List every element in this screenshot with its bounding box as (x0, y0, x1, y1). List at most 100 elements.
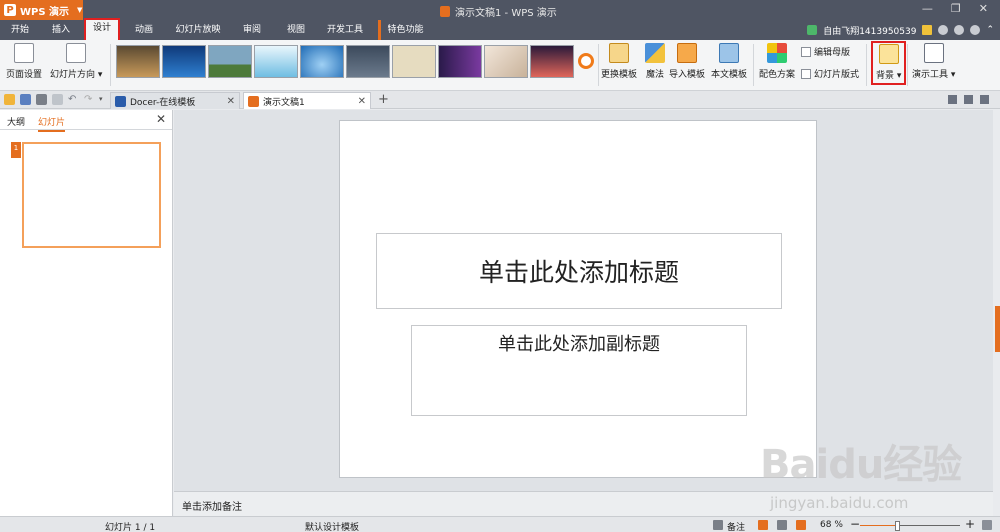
close-icon[interactable]: ✕ (358, 96, 366, 107)
notes-icon[interactable] (713, 520, 723, 530)
this-template-icon (719, 43, 739, 63)
tab-special-features[interactable]: 特色功能 (378, 20, 430, 40)
subtitle-placeholder[interactable]: 单击此处添加副标题 (411, 325, 747, 416)
help-icon[interactable] (970, 25, 981, 35)
template-thumbnail[interactable] (438, 45, 482, 78)
template-thumbnail[interactable] (346, 45, 390, 78)
tab-document-1[interactable]: 演示文稿1 ✕ (243, 92, 371, 109)
template-thumbnail[interactable] (254, 45, 298, 78)
pin-icon[interactable] (948, 95, 957, 104)
restore-icon[interactable]: ❐ (951, 2, 961, 15)
zoom-slider-fill (860, 525, 898, 526)
change-template-button[interactable]: 更换模板 (601, 43, 637, 80)
template-thumbnail[interactable] (116, 45, 160, 78)
more-templates-icon[interactable] (578, 53, 594, 69)
change-template-label: 更换模板 (601, 70, 638, 80)
skin-icon[interactable] (954, 25, 965, 35)
notes-toggle[interactable]: 备注 (727, 520, 745, 532)
color-scheme-icon (767, 43, 787, 63)
color-scheme-button[interactable]: 配色方案 (759, 43, 795, 80)
new-tab-icon[interactable]: + (378, 92, 389, 107)
docer-icon (115, 95, 126, 107)
slide-orientation-icon (66, 43, 87, 63)
slide-orientation-button[interactable]: 幻灯片方向 ▾ (50, 43, 102, 80)
undo-icon[interactable]: ↶ (68, 94, 79, 105)
user-area: 自由飞翔1413950539 ⌃ (807, 20, 994, 40)
color-scheme-label: 配色方案 (759, 70, 796, 80)
tab-docer-templates[interactable]: Docer-在线模板 ✕ (110, 92, 240, 109)
document-tab-bar: ↶ ↷ ▾ Docer-在线模板 ✕ 演示文稿1 ✕ + (0, 91, 1000, 109)
user-avatar-icon[interactable] (807, 25, 818, 35)
design-ribbon: 页面设置 幻灯片方向 ▾ 更换模板 魔法 导入模板 本文模板 配色方案 编辑母版… (0, 40, 1000, 91)
open-folder-icon[interactable] (4, 94, 15, 105)
docer-tab-label: Docer-在线模板 (130, 97, 196, 108)
zoom-slider[interactable] (860, 525, 960, 526)
tab-slides[interactable]: 幻灯片 (38, 115, 66, 132)
customize-toolbar-icon[interactable]: ▾ (99, 94, 110, 105)
edit-master-button[interactable]: 编辑母版 (801, 45, 850, 58)
slide-layout-button[interactable]: 幻灯片版式 (801, 67, 859, 80)
app-menu-button[interactable]: P WPS 演示 ▼ (0, 0, 83, 20)
window-title: 演示文稿1 - WPS 演示 (440, 4, 557, 19)
presentation-tools-button[interactable]: 演示工具 ▾ (912, 43, 955, 80)
template-thumbnail[interactable] (530, 45, 574, 78)
scrollbar-handle[interactable] (995, 306, 1000, 352)
slide-number-badge: 1 (11, 142, 21, 158)
background-label: 背景 ▾ (876, 71, 902, 81)
tab-design[interactable]: 设计 (84, 18, 120, 42)
template-thumbnail[interactable] (392, 45, 436, 78)
slides-panel: 大纲 幻灯片 ✕ 1 (0, 110, 173, 516)
mail-icon[interactable] (922, 25, 933, 35)
print-icon[interactable] (36, 94, 47, 105)
tab-insert[interactable]: 插入 (42, 20, 80, 40)
template-thumbnail[interactable] (162, 45, 206, 78)
this-template-label: 本文模板 (711, 70, 748, 80)
tab-home[interactable]: 开始 (0, 20, 40, 40)
presentation-file-icon (440, 6, 450, 17)
edit-master-label: 编辑母版 (814, 48, 851, 58)
save-icon[interactable] (20, 94, 31, 105)
vertical-scrollbar[interactable] (993, 110, 1000, 491)
magic-button[interactable]: 魔法 (645, 43, 665, 80)
page-setup-label: 页面设置 (6, 70, 43, 80)
presentation-tools-icon (923, 43, 944, 63)
slide-thumbnail[interactable] (22, 142, 161, 248)
close-icon[interactable]: ✕ (979, 2, 988, 15)
tab-animation[interactable]: 动画 (124, 20, 164, 40)
tab-outline[interactable]: 大纲 (7, 115, 25, 128)
template-thumbnail[interactable] (484, 45, 528, 78)
tab-view[interactable]: 视图 (276, 20, 316, 40)
page-setup-icon (14, 43, 34, 63)
presentation-tools-label: 演示工具 ▾ (912, 70, 956, 80)
redo-icon[interactable]: ↷ (84, 94, 95, 105)
slide[interactable]: 单击此处添加标题 单击此处添加副标题 (339, 120, 817, 478)
this-template-button[interactable]: 本文模板 (711, 43, 747, 80)
page-setup-button[interactable]: 页面设置 (6, 43, 42, 80)
slide-orientation-label: 幻灯片方向 ▾ (50, 70, 103, 80)
template-thumbnail[interactable] (208, 45, 252, 78)
watermark-brand: Baidu经验 (760, 442, 962, 488)
title-placeholder[interactable]: 单击此处添加标题 (376, 233, 782, 309)
template-name: 默认设计模板 (305, 523, 360, 532)
fit-window-icon[interactable] (982, 520, 992, 530)
import-template-button[interactable]: 导入模板 (669, 43, 705, 80)
background-button[interactable]: 背景 ▾ (871, 41, 907, 85)
baidu-watermark: Baidu经验 jingyan.baidu.com (760, 432, 980, 524)
template-gallery (116, 45, 574, 78)
update-icon[interactable] (938, 25, 949, 35)
tab-slideshow[interactable]: 幻灯片放映 (168, 20, 228, 40)
close-icon[interactable]: ✕ (156, 112, 166, 126)
template-thumbnail[interactable] (300, 45, 344, 78)
minimize-icon[interactable]: — (922, 2, 933, 15)
close-icon[interactable]: ✕ (227, 96, 235, 107)
user-name[interactable]: 自由飞翔1413950539 (823, 24, 916, 37)
print-preview-icon[interactable] (52, 94, 63, 105)
close-doc-icon[interactable] (980, 95, 989, 104)
window-controls: — ❐ ✕ (922, 2, 988, 15)
collapse-ribbon-icon[interactable]: ⌃ (986, 25, 994, 35)
restore-doc-icon[interactable] (964, 95, 973, 104)
magic-wand-icon (645, 43, 665, 63)
ribbon-divider (866, 44, 867, 86)
tab-developer[interactable]: 开发工具 (320, 20, 370, 40)
tab-review[interactable]: 审阅 (232, 20, 272, 40)
